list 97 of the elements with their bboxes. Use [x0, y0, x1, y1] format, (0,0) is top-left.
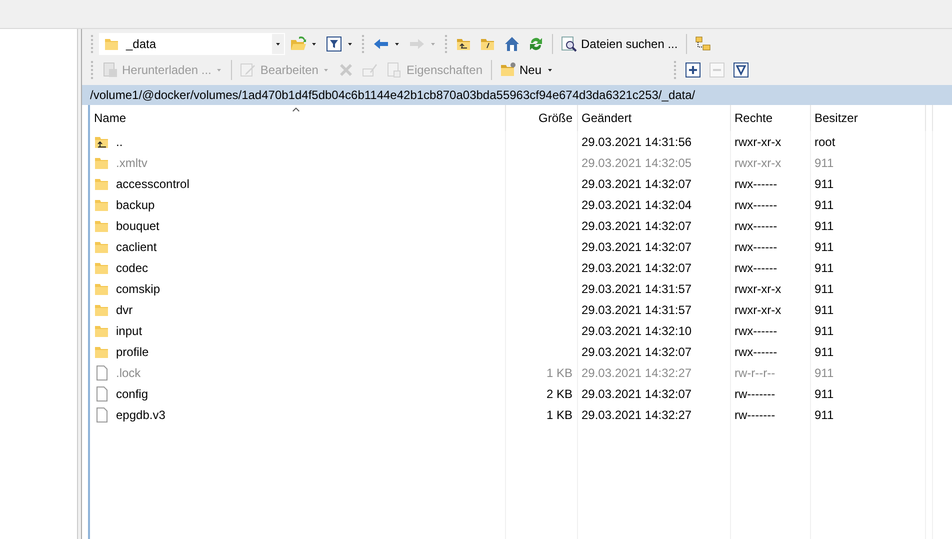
file-name[interactable]: codec — [116, 258, 148, 276]
table-cell: rwxr-xr-x — [734, 282, 782, 296]
file-name[interactable]: backup — [116, 196, 155, 214]
table-cell: 29.03.2021 14:32:27 — [582, 408, 692, 422]
table-cell: 29.03.2021 14:32:04 — [582, 198, 692, 212]
table-cell: 29.03.2021 14:31:57 — [582, 282, 692, 296]
column-header[interactable]: Rechte — [730, 105, 810, 131]
file-icon — [94, 364, 110, 380]
file-name[interactable]: accesscontrol — [116, 174, 190, 192]
table-cell: rwx------ — [734, 324, 778, 338]
table-cell: rwx------ — [734, 218, 778, 232]
table-cell: 29.03.2021 14:32:07 — [582, 344, 692, 358]
table-cell: 911 — [814, 366, 834, 380]
folder-tree-icon — [694, 36, 711, 52]
table-cell: root — [814, 134, 836, 148]
table-cell: rwxr-xr-x — [734, 134, 782, 148]
toolbar-button[interactable]: Dateien suchen ... — [558, 33, 681, 55]
table-cell: 29.03.2021 14:31:56 — [582, 134, 692, 148]
table-cell: rwxr-xr-x — [734, 156, 782, 170]
table-cell: rwx------ — [734, 240, 778, 254]
minus-icon — [708, 62, 725, 78]
table-cell: rwx------ — [734, 176, 778, 190]
file-name[interactable]: caclient — [116, 238, 157, 256]
file-name[interactable]: .. — [116, 132, 123, 150]
path-bar: /volume1/@docker/volumes/1ad470b1d4f5db04c6b1144e42b1cb870a03bda55963cf94e674d3da6321c253/_data/ — [82, 85, 952, 105]
folder-icon — [104, 36, 120, 52]
table-cell: 29.03.2021 14:31:57 — [582, 302, 692, 316]
toolbar-button[interactable]: Neu — [496, 59, 557, 81]
table-cell: 29.03.2021 14:32:07 — [582, 218, 692, 232]
table-cell: 911 — [814, 218, 834, 232]
file-name[interactable]: bouquet — [116, 216, 160, 234]
file-name[interactable]: dvr — [116, 300, 133, 318]
caret-icon — [215, 66, 224, 74]
table-cell: 1 KB — [546, 366, 572, 380]
file-name[interactable]: config — [116, 384, 148, 402]
file-name[interactable]: epgdb.v3 — [116, 406, 166, 424]
edit-icon — [240, 62, 256, 78]
caret-icon — [393, 40, 401, 48]
file-name[interactable]: input — [116, 322, 142, 340]
refresh-icon — [528, 36, 544, 52]
delete-icon — [338, 62, 354, 78]
file-name[interactable]: comskip — [116, 280, 160, 298]
table-cell: 911 — [814, 260, 834, 274]
file-name[interactable]: profile — [116, 342, 149, 360]
column-header[interactable]: Besitzer — [810, 105, 925, 131]
table-cell: 911 — [814, 176, 834, 190]
table-cell: rwx------ — [734, 260, 778, 274]
caret-icon — [322, 66, 330, 74]
table-cell: 1 KB — [546, 408, 572, 422]
properties-icon — [386, 62, 402, 78]
table-cell: 2 KB — [546, 386, 572, 400]
table-cell: 29.03.2021 14:32:07 — [582, 176, 692, 190]
table-cell: 29.03.2021 14:32:07 — [582, 386, 692, 400]
table-cell: 29.03.2021 14:32:07 — [582, 260, 692, 274]
path-combo[interactable]: _data — [99, 33, 285, 55]
table-cell: 911 — [814, 344, 834, 358]
table-cell: rw-r--r-- — [734, 366, 776, 380]
column-header[interactable]: Größe — [505, 105, 577, 131]
file-icon — [94, 386, 110, 402]
new-folder-icon — [500, 62, 516, 78]
table-cell: 29.03.2021 14:32:27 — [582, 366, 692, 380]
table-cell: 911 — [814, 302, 834, 316]
table-cell: 911 — [814, 198, 834, 212]
table-cell: 911 — [814, 386, 834, 400]
caret-icon — [429, 40, 437, 48]
rename-icon — [362, 62, 378, 78]
table-cell: rw------- — [734, 386, 776, 400]
table-cell: 911 — [814, 282, 834, 296]
table-cell: rwxr-xr-x — [734, 302, 782, 316]
table-cell: rwx------ — [734, 344, 778, 358]
table-cell: 911 — [814, 156, 834, 170]
back-arrow-icon — [373, 36, 389, 52]
table-cell: rwx------ — [734, 198, 778, 212]
folder-icon — [290, 36, 306, 52]
caret-icon — [310, 40, 318, 48]
forward-arrow-icon — [409, 36, 425, 52]
plus-icon — [684, 62, 701, 78]
filter-icon — [732, 62, 749, 78]
home-icon — [504, 36, 520, 52]
filter-icon — [326, 36, 342, 52]
caret-icon — [346, 40, 354, 48]
table-cell: 911 — [814, 324, 834, 338]
table-cell: 911 — [814, 240, 834, 254]
table-cell: rw------- — [734, 408, 776, 422]
table-cell: 29.03.2021 14:32:10 — [582, 324, 692, 338]
folder-icon — [480, 36, 496, 52]
table-cell: 29.03.2021 14:32:07 — [582, 240, 692, 254]
search-icon — [561, 36, 577, 52]
column-header[interactable]: Name — [90, 105, 505, 131]
caret-icon — [274, 40, 282, 48]
table-cell: 29.03.2021 14:32:05 — [582, 156, 692, 170]
folder-icon — [456, 36, 472, 52]
file-icon — [94, 406, 110, 422]
column-header[interactable]: Geändert — [577, 105, 730, 131]
download-icon — [102, 62, 118, 78]
table-cell: 911 — [814, 408, 834, 422]
caret-icon — [546, 66, 554, 74]
